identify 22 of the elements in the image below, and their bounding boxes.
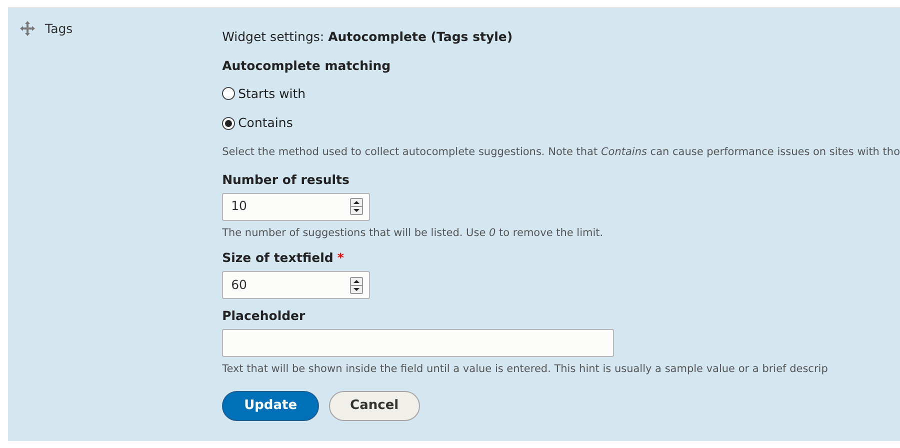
update-button[interactable]: Update [222, 390, 320, 420]
field-description: The number of suggestions that will be listed. Use 0 to remove the limit. [222, 226, 604, 240]
widget-settings-heading: Widget settings: Autocomplete (Tags style) [222, 28, 513, 46]
input-field[interactable] [222, 328, 614, 357]
number-field[interactable]: 10 [222, 192, 370, 220]
move-icon[interactable] [20, 21, 35, 36]
required-marker: * [337, 249, 344, 268]
matching-description: Select the method used to collect autocomplete suggestions. Note that Contains can cause performance issues on sites with tho [222, 145, 900, 160]
matching-label: Autocomplete matching [222, 56, 391, 75]
row-label: Tags [45, 20, 73, 38]
spinner-icon[interactable] [350, 276, 364, 294]
radio-option[interactable]: Starts with [222, 84, 306, 104]
field-description: Text that will be shown inside the field until a value is entered. This hint is usually a sample value or a brief descrip [222, 362, 828, 377]
field-label: Size of textfield [222, 249, 334, 268]
radio-checked-icon[interactable] [222, 117, 236, 130]
radio-option[interactable]: Contains [222, 114, 293, 133]
radio-icon[interactable] [222, 87, 236, 100]
number-field[interactable]: 60 [222, 271, 370, 299]
field-label: Placeholder [222, 307, 306, 325]
field-label: Number of results [222, 170, 350, 189]
cancel-button[interactable]: Cancel [329, 390, 420, 420]
spinner-icon[interactable] [350, 198, 364, 215]
